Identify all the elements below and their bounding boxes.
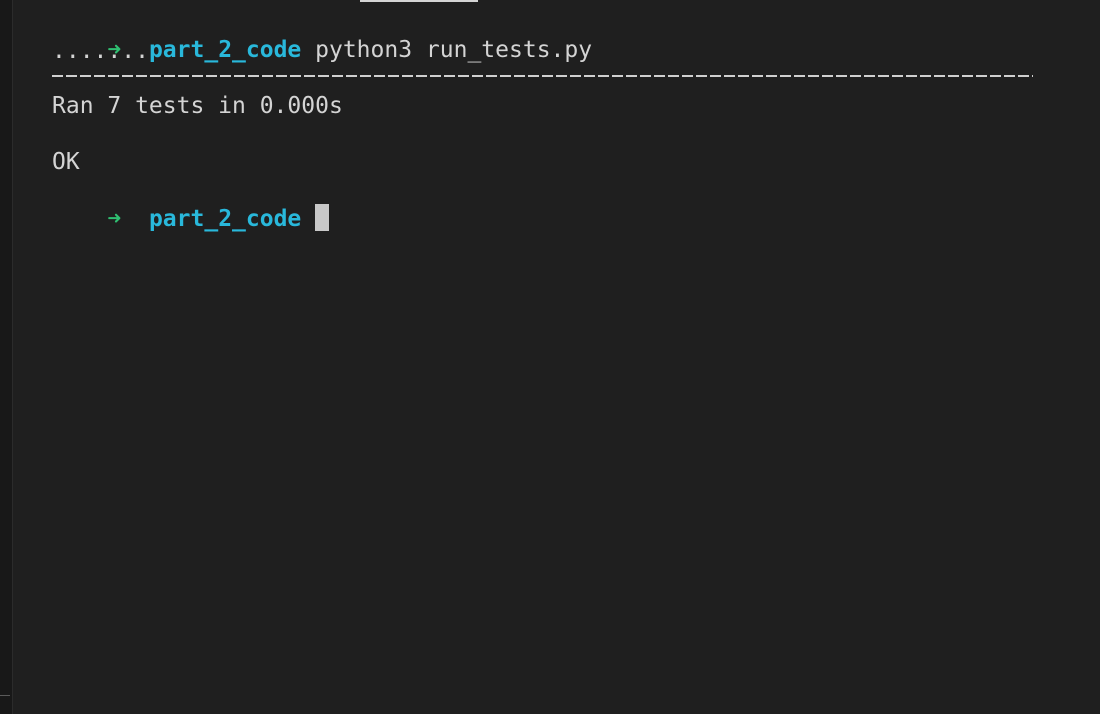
- terminal-window[interactable]: ➜ part_2_code python3 run_tests.py .....…: [0, 0, 1100, 714]
- side-panel-edge: [0, 0, 13, 714]
- panel-divider: [0, 695, 10, 696]
- command-line: ➜ part_2_code python3 run_tests.py: [52, 8, 592, 63]
- text-cursor[interactable]: [315, 204, 330, 231]
- prompt-directory: part_2_code: [148, 37, 302, 63]
- prompt-arrow-icon: ➜: [107, 206, 122, 232]
- test-status: OK: [52, 149, 80, 175]
- test-summary: Ran 7 tests in 0.000s: [52, 93, 343, 119]
- test-progress-dots: .......: [52, 38, 149, 64]
- prompt-directory: part_2_code: [148, 206, 302, 232]
- active-tab-indicator: [360, 0, 478, 2]
- command-text: python3 run_tests.py: [315, 37, 593, 63]
- prompt-line[interactable]: ➜ part_2_code: [52, 176, 330, 232]
- output-separator: [52, 75, 1033, 77]
